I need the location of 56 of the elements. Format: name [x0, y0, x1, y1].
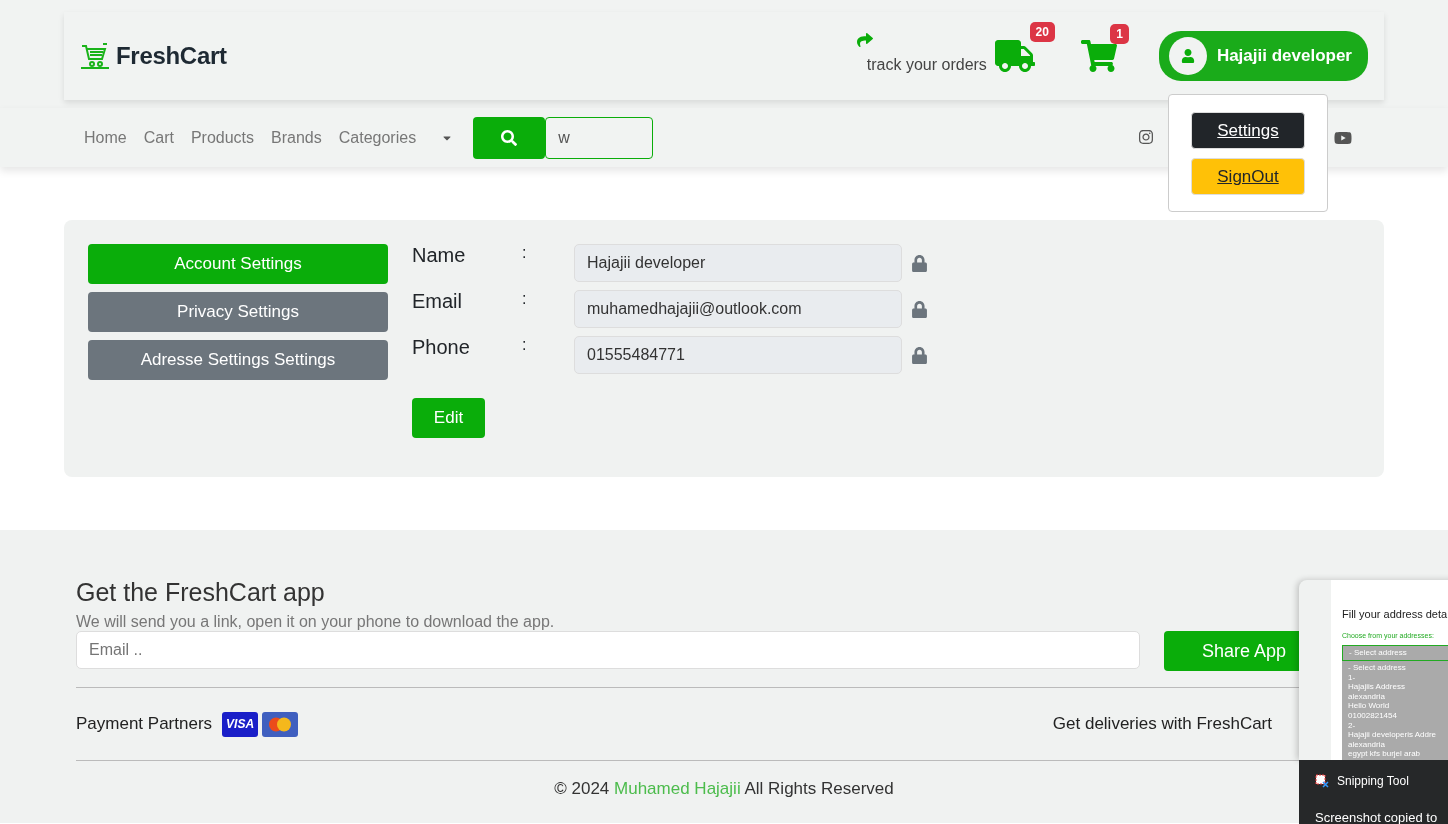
cart-icon[interactable]	[1080, 38, 1117, 74]
thumbnail-title: Fill your address deta	[1342, 608, 1448, 620]
profile-field[interactable]: 01555484771	[574, 336, 902, 374]
thumbnail-option: alexandria	[1348, 739, 1448, 750]
cart-logo-icon	[80, 43, 110, 69]
nav-link[interactable]: Home	[84, 128, 127, 147]
thumbnail-option: 2-	[1348, 720, 1448, 731]
thumbnail-option: Hajajii developeris Addre	[1348, 730, 1448, 740]
toast-message: Screenshot copied to	[1315, 810, 1439, 824]
thumbnail-option: Hello World	[1348, 701, 1448, 711]
payment-label: Payment Partners	[76, 714, 213, 734]
search-icon	[501, 129, 518, 146]
snipping-tool-icon	[1315, 774, 1329, 788]
thumbnail-option: alexandria	[1348, 691, 1448, 702]
nav-link[interactable]: Brands	[271, 128, 322, 147]
field-label: Name	[412, 244, 467, 267]
app-heading: Get the FreshCart app	[76, 578, 326, 607]
mastercard-icon	[262, 711, 299, 737]
brand-logo[interactable]: FreshCart	[116, 42, 227, 70]
nav-link[interactable]: Products	[190, 128, 255, 147]
thumbnail-option: egypt kfs burjel arab	[1348, 749, 1448, 759]
field-label: Email	[412, 290, 463, 313]
email-field[interactable]: Email ..	[76, 631, 1140, 669]
field-separator: :	[522, 244, 528, 262]
app-description: We will send you a link, open it on your phone to download the app.	[76, 613, 555, 631]
user-icon	[1180, 49, 1195, 63]
instagram-icon[interactable]	[1138, 128, 1154, 145]
share-arrow-icon	[856, 32, 873, 48]
thumbnail-select: - Select address	[1342, 645, 1448, 661]
field-separator: :	[522, 336, 528, 354]
cart-count: 1	[1110, 24, 1129, 44]
toast-app-name: Snipping Tool	[1337, 774, 1409, 788]
notification-toast[interactable]: Snipping Tool Screenshot copied to	[1299, 760, 1448, 824]
search-button[interactable]	[473, 116, 546, 159]
profile-field[interactable]: muhamedhajajii@outlook.com	[574, 290, 902, 328]
thumbnail-option: Hajajiis Address	[1348, 682, 1448, 692]
visa-card-icon: VISA	[222, 711, 259, 737]
screenshot-preview-toast[interactable]	[1299, 580, 1448, 760]
nav-link[interactable]: Cart	[143, 128, 174, 147]
profile-field[interactable]: Hajajii developer	[574, 244, 902, 282]
nav-link[interactable]: Categories	[338, 128, 417, 147]
thumbnail-option: 01002821454	[1348, 710, 1448, 721]
field-label: Phone	[412, 336, 471, 359]
settings-tab[interactable]: Account Settings	[88, 244, 388, 284]
orders-count: 20	[1029, 22, 1055, 42]
track-orders-link[interactable]: track your orders	[866, 56, 987, 74]
search-field[interactable]: w	[545, 116, 654, 159]
field-separator: :	[522, 290, 528, 308]
deliveries-label: Get deliveries with FreshCart	[1052, 714, 1272, 734]
settings-tab[interactable]: Adresse Settings Settings	[88, 340, 388, 380]
thumbnail-option: 1-	[1348, 672, 1448, 683]
menu-item[interactable]: Settings	[1191, 112, 1305, 149]
user-menu-button[interactable]: Hajajii developer	[1158, 31, 1368, 81]
edit-button[interactable]: Edit	[412, 398, 485, 438]
menu-item[interactable]: SignOut	[1191, 158, 1305, 195]
settings-tab[interactable]: Privacy Settings	[88, 292, 388, 332]
